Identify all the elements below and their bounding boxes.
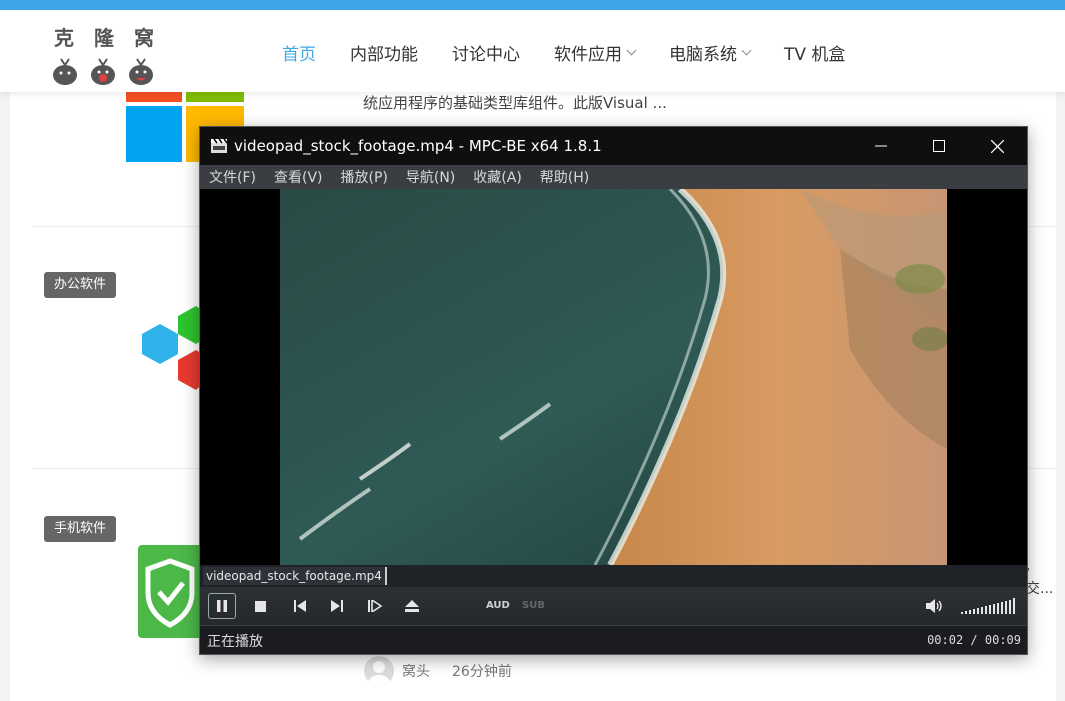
chevron-down-icon — [626, 45, 637, 55]
nav-label: 电脑系统 — [669, 45, 737, 65]
stop-icon — [254, 600, 266, 612]
stop-button[interactable] — [250, 593, 270, 619]
subtitle-track-button[interactable]: SUB — [522, 600, 545, 611]
volume-bars-icon — [961, 598, 1015, 614]
status-bar: 正在播放 00:02 / 00:09 — [200, 625, 1027, 654]
article-text-fragment: 交... — [1026, 581, 1054, 597]
beach-aerial-video-frame — [280, 189, 947, 565]
window-title: videopad_stock_footage.mp4 - MPC-BE x64 … — [234, 137, 602, 155]
page-gutter-left — [0, 92, 10, 701]
frame-step-button[interactable] — [364, 593, 386, 619]
maximize-button[interactable] — [910, 127, 968, 165]
logo-char: 窝 — [134, 26, 156, 50]
eject-button[interactable] — [401, 593, 423, 619]
video-area[interactable] — [200, 189, 1027, 565]
nav-label: 讨论中心 — [452, 45, 520, 65]
skip-forward-icon — [331, 600, 343, 612]
playback-controls: AUD SUB — [200, 587, 1027, 625]
logo-char: 隆 — [94, 26, 116, 50]
maximize-icon — [933, 140, 945, 152]
logo-mascots — [53, 58, 153, 85]
chevron-down-icon — [741, 45, 752, 55]
nav-item-home[interactable]: 首页 — [282, 40, 316, 65]
filename-bar: videopad_stock_footage.mp4 — [200, 565, 1027, 587]
post-time: 26分钟前 — [452, 664, 512, 680]
logo-text: 克 隆 窝 — [50, 22, 160, 51]
menu-bar: 文件(F) 查看(V) 播放(P) 导航(N) 收藏(A) 帮助(H) — [200, 165, 1027, 189]
frame-step-icon — [368, 600, 382, 612]
author-name[interactable]: 窝头 — [402, 661, 430, 681]
minimize-icon — [875, 145, 887, 147]
menu-favorites[interactable]: 收藏(A) — [473, 167, 522, 187]
menu-help[interactable]: 帮助(H) — [540, 167, 589, 187]
next-button[interactable] — [327, 593, 347, 619]
category-tag-mobile[interactable]: 手机软件 — [44, 516, 117, 542]
author-row: 窝头 26分钟前 — [364, 656, 512, 686]
nav-label: 内部功能 — [350, 45, 418, 65]
playback-status: 正在播放 — [207, 634, 263, 650]
playback-time: 00:02 / 00:09 — [927, 633, 1021, 647]
nav-item-internal[interactable]: 内部功能 — [350, 40, 418, 65]
nav-item-tv-box[interactable]: TV 机盒 — [784, 40, 845, 65]
nav-item-discussion[interactable]: 讨论中心 — [452, 40, 520, 65]
nav-label: 软件应用 — [554, 45, 622, 65]
nav-label: TV 机盒 — [784, 45, 846, 65]
previous-button[interactable] — [290, 593, 310, 619]
close-icon — [990, 139, 1004, 153]
shield-app-thumbnail[interactable] — [138, 545, 202, 638]
top-accent-strip — [0, 0, 1065, 10]
speaker-icon — [926, 599, 942, 613]
category-tag-office[interactable]: 办公软件 — [44, 272, 117, 298]
article-snippet[interactable]: 统应用程序的基础类型库组件。此版Visual ... — [363, 92, 667, 113]
filename-tooltip: videopad_stock_footage.mp4 — [203, 567, 387, 585]
screen: 克 隆 窝 首页 内部功能 讨论中心 软件应用 电脑系统 TV 机盒 统应用程序… — [0, 0, 1065, 701]
page-gutter-right — [1056, 92, 1065, 701]
video-frame — [280, 189, 947, 565]
volume-slider[interactable] — [960, 593, 1018, 619]
avatar[interactable] — [364, 656, 394, 686]
menu-file[interactable]: 文件(F) — [209, 167, 256, 187]
nav-item-pc-system[interactable]: 电脑系统 — [669, 40, 752, 65]
mpc-be-window[interactable]: videopad_stock_footage.mp4 - MPC-BE x64 … — [199, 126, 1028, 655]
window-titlebar[interactable]: videopad_stock_footage.mp4 - MPC-BE x64 … — [200, 127, 1027, 165]
film-clapper-icon — [211, 138, 228, 153]
eject-icon — [405, 600, 419, 612]
site-logo[interactable]: 克 隆 窝 — [50, 22, 160, 85]
menu-navigate[interactable]: 导航(N) — [406, 167, 455, 187]
nav-label: 首页 — [282, 45, 316, 65]
logo-char: 克 — [54, 26, 76, 50]
menu-view[interactable]: 查看(V) — [274, 167, 323, 187]
site-header: 克 隆 窝 首页 内部功能 讨论中心 软件应用 电脑系统 TV 机盒 — [0, 10, 1065, 92]
pause-button[interactable] — [208, 593, 236, 619]
skip-back-icon — [294, 600, 306, 612]
nav-item-software[interactable]: 软件应用 — [554, 40, 637, 65]
close-button[interactable] — [968, 127, 1026, 165]
office-app-thumbnail[interactable] — [138, 302, 202, 394]
pause-icon — [217, 600, 227, 612]
menu-play[interactable]: 播放(P) — [341, 167, 388, 187]
mute-button[interactable] — [924, 593, 946, 619]
audio-track-button[interactable]: AUD — [486, 600, 510, 611]
minimize-button[interactable] — [852, 127, 910, 165]
main-nav: 首页 内部功能 讨论中心 软件应用 电脑系统 TV 机盒 — [282, 40, 879, 65]
